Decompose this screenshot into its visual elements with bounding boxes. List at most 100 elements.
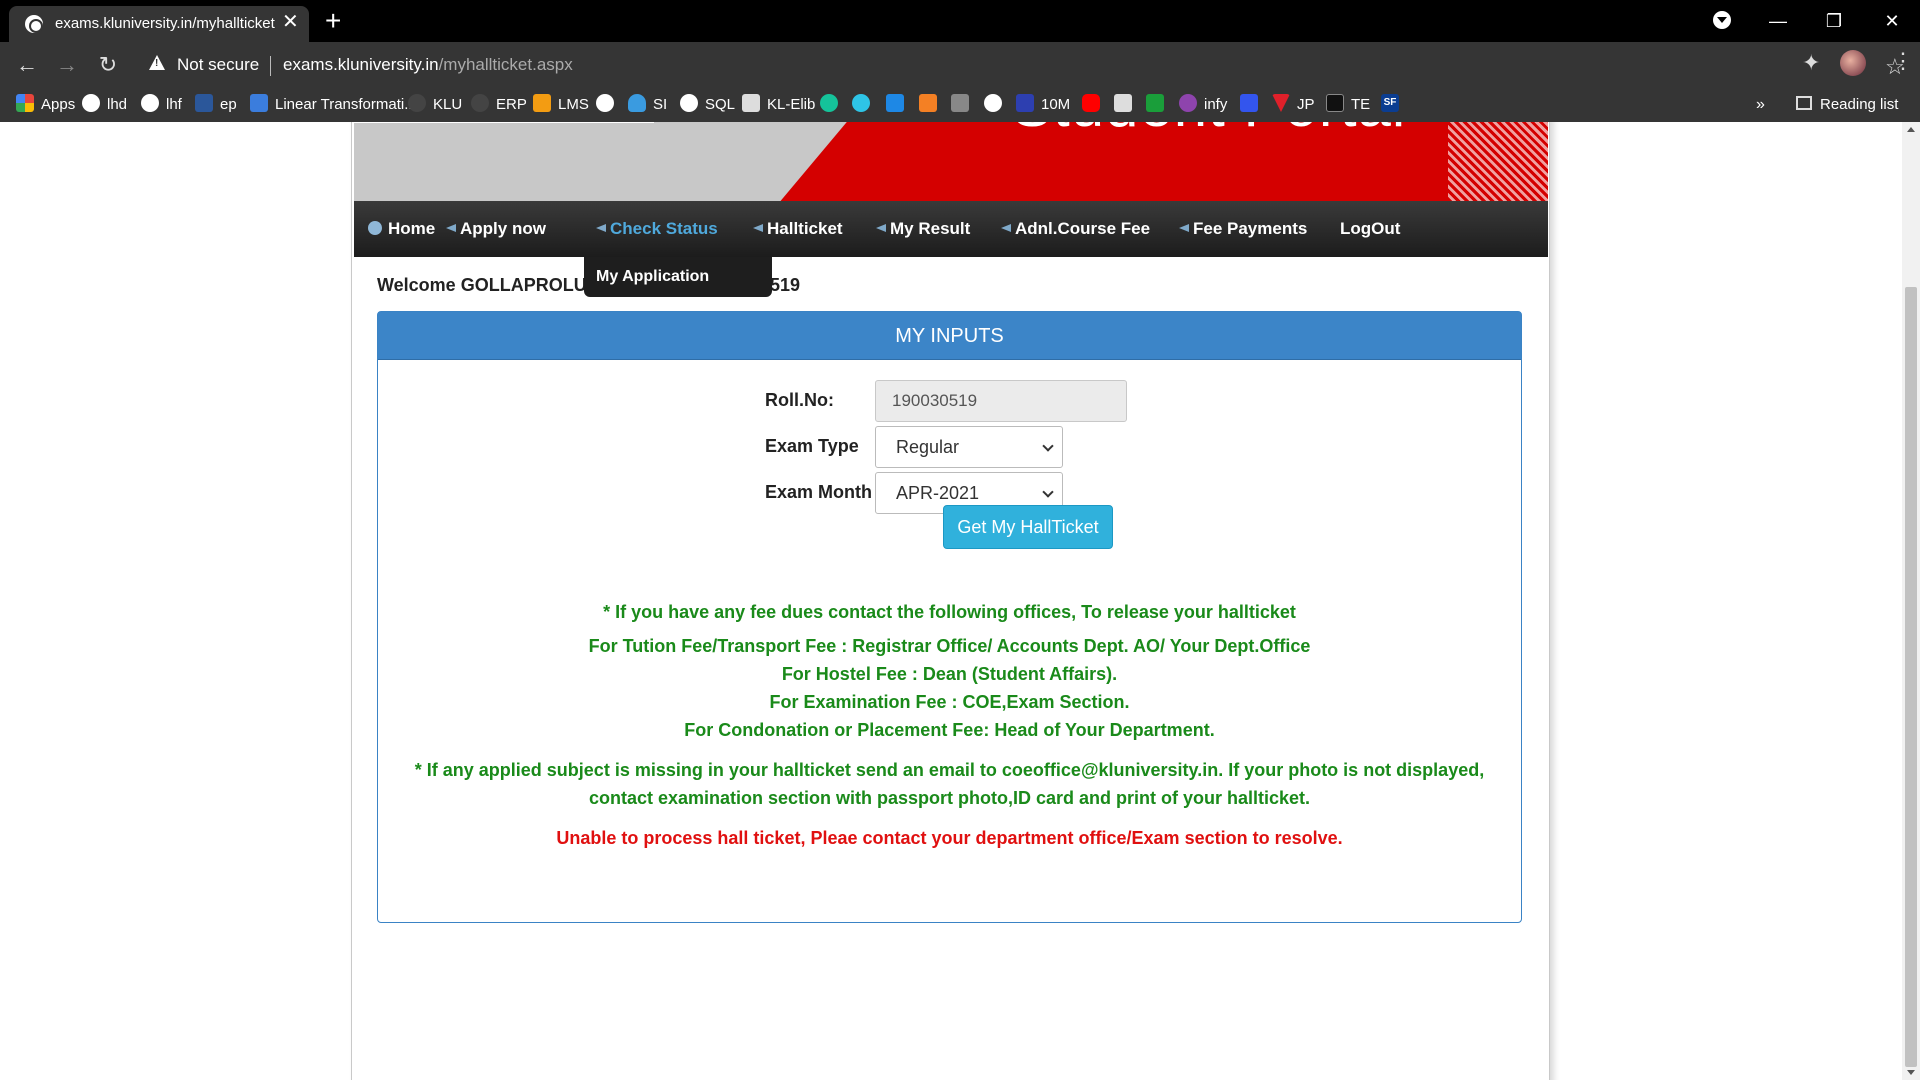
hex-icon <box>1114 94 1132 113</box>
bookmark-erp[interactable]: ERP <box>471 93 527 117</box>
nav-apply-now[interactable]: Apply now <box>446 219 546 239</box>
reading-list-button[interactable]: Reading list <box>1796 93 1898 117</box>
bookmark-te[interactable]: TE <box>1326 93 1370 117</box>
minimize-icon[interactable]: — <box>1758 4 1798 38</box>
get-hallticket-button[interactable]: Get My HallTicket <box>943 505 1113 549</box>
nav-my-result[interactable]: My Result <box>876 219 970 239</box>
browser-toolbar: ← → ↻ Not secure exams.kluniversity.in/m… <box>0 42 1920 88</box>
portal-banner: Student Portal <box>354 122 1548 201</box>
exam-fee-notice: For Examination Fee : COE,Exam Section. <box>769 692 1130 712</box>
bookmark-w[interactable] <box>1146 93 1171 117</box>
nav-logout[interactable]: LogOut <box>1340 219 1400 239</box>
roll-no-label: Roll.No: <box>765 390 834 410</box>
bookmark-youtube[interactable] <box>1082 93 1107 117</box>
active-tab[interactable]: exams.kluniversity.in/myhallticket.aspx … <box>9 6 309 42</box>
back-icon[interactable]: ← <box>12 50 42 80</box>
youtube-icon <box>1082 94 1100 113</box>
globe-icon <box>680 94 698 113</box>
tab-strip: exams.kluniversity.in/myhallticket.aspx … <box>0 0 1920 42</box>
scroll-up-icon[interactable] <box>1907 127 1915 132</box>
nav-check-status[interactable]: Check Status <box>596 219 718 239</box>
bookmark-label: 10M <box>1041 96 1071 114</box>
arrow-icon <box>753 223 763 232</box>
fee-dues-notice: * If you have any fee dues contact the f… <box>603 602 1296 622</box>
not-secure-label[interactable]: Not secure <box>177 55 259 75</box>
new-tab-button[interactable]: + <box>325 4 341 38</box>
dots-icon <box>951 94 969 113</box>
bookmark-lhd[interactable]: lhd <box>82 93 127 117</box>
bookmark-linear-transformation[interactable]: Linear Transformati... <box>250 93 417 117</box>
dropdown-my-application[interactable]: My Application <box>584 257 772 297</box>
hostel-fee-notice: For Hostel Fee : Dean (Student Affairs). <box>781 664 1118 684</box>
box-icon <box>886 94 904 113</box>
reload-icon[interactable]: ↻ <box>93 50 123 80</box>
exam-type-select[interactable]: Regular <box>875 426 1063 468</box>
word-icon <box>195 94 213 113</box>
bookmark-grammarly[interactable] <box>820 93 845 117</box>
bookmark-kl-elib[interactable]: KL-Elib <box>742 93 815 117</box>
bookmark-jp[interactable]: JP <box>1272 93 1315 117</box>
close-tab-icon[interactable]: ✕ <box>282 11 299 33</box>
nav-fee-payments[interactable]: Fee Payments <box>1179 219 1307 239</box>
arrow-icon <box>876 223 886 232</box>
nav-hallticket[interactable]: Hallticket <box>753 219 843 239</box>
pen-icon <box>1240 94 1258 113</box>
bookmarks-overflow-icon[interactable]: » <box>1756 93 1765 117</box>
infy-icon <box>1179 94 1197 113</box>
globe-icon <box>141 94 159 113</box>
address-bar[interactable]: Not secure exams.kluniversity.in/myhallt… <box>133 50 1905 80</box>
globe-icon <box>25 15 43 33</box>
url-path: /myhallticket.aspx <box>438 55 573 74</box>
bookmark-10m[interactable]: 10M <box>1016 93 1070 117</box>
inputs-panel: MY INPUTS Roll.No: Exam Type Regular Exa… <box>377 311 1522 923</box>
reading-list-icon <box>1796 96 1812 111</box>
bookmark-stack[interactable] <box>919 93 944 117</box>
nav-label: Check Status <box>610 219 718 238</box>
reading-list-label: Reading list <box>1820 96 1899 113</box>
tab-search-icon[interactable] <box>1713 11 1731 29</box>
bookmark-klu[interactable]: KLU <box>408 93 462 117</box>
nav-home[interactable]: Home <box>368 219 435 239</box>
close-window-icon[interactable]: ✕ <box>1872 4 1912 38</box>
arrow-icon <box>1179 223 1189 232</box>
nav-label: LogOut <box>1340 219 1401 238</box>
url-host: exams.kluniversity.in <box>283 55 439 74</box>
bookmark-lhf[interactable]: lhf <box>141 93 182 117</box>
bookmark-box[interactable] <box>886 93 911 117</box>
nav-label: My Result <box>890 219 971 238</box>
warning-icon[interactable] <box>149 55 165 70</box>
url-text[interactable]: exams.kluniversity.in/myhallticket.aspx <box>283 55 573 75</box>
bookmark-lms[interactable]: LMS <box>533 93 589 117</box>
bookmark-sf[interactable]: SF <box>1381 93 1406 117</box>
roll-no-field[interactable] <box>875 380 1127 422</box>
nav-course-fee[interactable]: Adnl.Course Fee <box>1001 219 1150 239</box>
sf-icon: SF <box>1381 94 1399 113</box>
portal-container: Student Portal Home Apply now Check Stat… <box>351 122 1550 1080</box>
erp-icon <box>471 94 489 113</box>
profile-avatar[interactable] <box>1840 50 1866 76</box>
extensions-icon[interactable]: ✦ <box>1802 50 1820 76</box>
bookmark-chat[interactable] <box>852 93 877 117</box>
restore-icon[interactable]: ❐ <box>1814 4 1854 38</box>
page-scrollbar[interactable] <box>1902 122 1920 1080</box>
bookmark-infy[interactable]: infy <box>1179 93 1227 117</box>
bookmark-label: infy <box>1204 96 1228 114</box>
scrollbar-thumb[interactable] <box>1905 287 1917 1067</box>
lms-icon <box>533 94 551 113</box>
bookmark-pen[interactable] <box>1240 93 1265 117</box>
tution-fee-notice: For Tution Fee/Transport Fee : Registrar… <box>588 636 1311 656</box>
bookmark-globe[interactable] <box>596 93 621 117</box>
missing-subject-notice-2: contact examination section with passpor… <box>588 788 1311 808</box>
page-viewport: Student Portal Home Apply now Check Stat… <box>0 122 1920 1080</box>
tenm-icon <box>1016 94 1034 113</box>
bookmark-apps[interactable]: Apps <box>16 93 75 117</box>
bookmark-dots[interactable] <box>951 93 976 117</box>
bookmark-hex[interactable] <box>1114 93 1139 117</box>
forward-icon[interactable]: → <box>52 50 82 80</box>
scroll-down-icon[interactable] <box>1907 1070 1915 1075</box>
bookmark-ep[interactable]: ep <box>195 93 237 117</box>
bookmark-globe-2[interactable] <box>984 93 1009 117</box>
bookmark-sql[interactable]: SQL <box>680 93 735 117</box>
browser-menu-icon[interactable]: ⋮ <box>1892 48 1914 74</box>
bookmark-si[interactable]: SI <box>628 93 667 117</box>
